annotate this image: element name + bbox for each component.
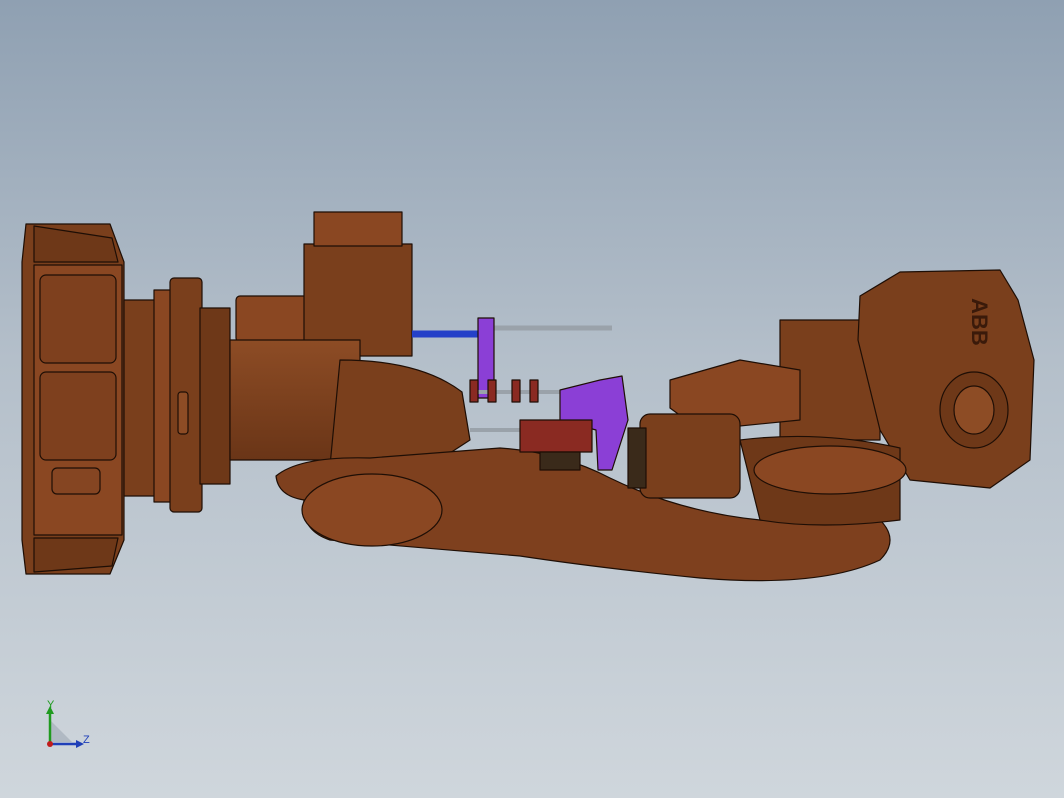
robot-base-plate — [21, 223, 125, 575]
triad-z-label: Z — [83, 734, 90, 746]
wrist-joint — [627, 413, 741, 499]
base-rotary-flange — [123, 277, 231, 513]
axis-motor-upper — [235, 211, 413, 357]
robot-model-view[interactable]: ABB — [0, 0, 1064, 798]
graphics-viewport[interactable]: ABB Y Z — [0, 0, 1064, 798]
x-axis-icon — [47, 741, 53, 747]
triad-y-label: Y — [47, 699, 55, 711]
abb-brand-label: ABB — [967, 298, 992, 346]
orientation-triad: Y Z — [38, 700, 98, 756]
robot-body-lower — [229, 339, 471, 467]
